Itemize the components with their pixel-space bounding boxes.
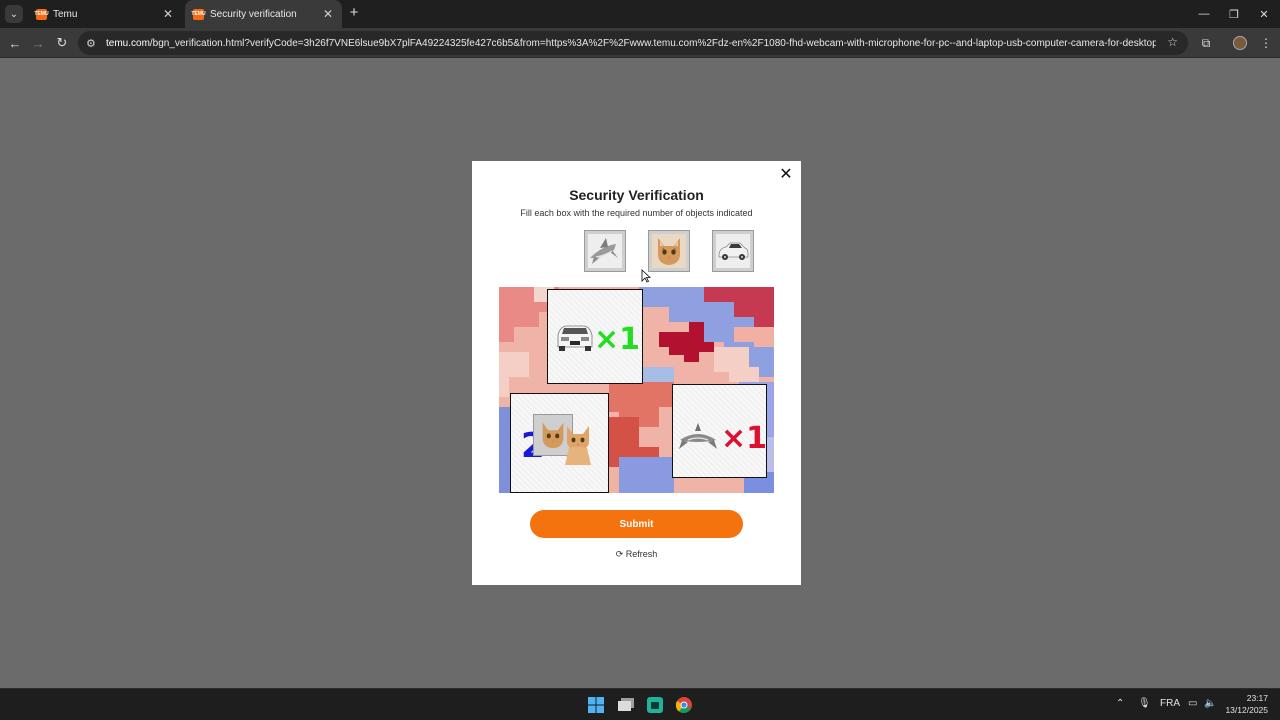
url-path: /bgn_verification.html?verifyCode=3h26f7… bbox=[149, 37, 1156, 49]
tab-title: Security verification bbox=[210, 8, 297, 20]
reload-icon: ↻ bbox=[56, 35, 68, 50]
close-icon[interactable]: ✕ bbox=[779, 167, 793, 183]
chrome-button[interactable] bbox=[674, 695, 694, 715]
avatar bbox=[1233, 36, 1247, 50]
minimize-button[interactable]: — bbox=[1188, 0, 1220, 28]
drop-box-car[interactable]: ×1 bbox=[547, 289, 643, 384]
option-tile-shark[interactable] bbox=[584, 230, 626, 272]
store-app-button[interactable] bbox=[645, 695, 665, 715]
option-tile-cat[interactable] bbox=[648, 230, 690, 272]
tab-search-button[interactable]: ⌄ bbox=[5, 5, 23, 23]
back-arrow-icon: ← bbox=[8, 35, 22, 51]
reload-button[interactable]: ↻ bbox=[52, 33, 72, 53]
address-bar[interactable]: ⚙ temu.com/bgn_verification.html?verifyC… bbox=[78, 31, 1188, 55]
volume-icon[interactable]: 🔈 bbox=[1204, 698, 1216, 709]
task-view-icon bbox=[618, 698, 634, 711]
url-text[interactable]: temu.com/bgn_verification.html?verifyCod… bbox=[106, 38, 1156, 49]
modal-subtitle: Fill each box with the required number o… bbox=[520, 208, 753, 218]
url-host: temu.com bbox=[106, 37, 150, 49]
store-icon bbox=[647, 697, 663, 713]
shark-icon bbox=[679, 423, 717, 449]
restore-button[interactable]: ❐ bbox=[1218, 0, 1250, 28]
modal-title: Security Verification bbox=[569, 187, 704, 203]
mouse-cursor-icon bbox=[641, 269, 651, 283]
windows-logo-icon bbox=[588, 697, 604, 713]
puzzle-canvas: ×1 2× bbox=[499, 287, 774, 493]
taskbar: ⌃ 🎙 FRA ▭ 🔈 23:17 13/12/2025 bbox=[0, 688, 1280, 720]
refresh-label: Refresh bbox=[625, 549, 658, 559]
extensions-icon[interactable]: ⧉ bbox=[1196, 33, 1216, 53]
temu-favicon-icon: TEMU bbox=[34, 8, 49, 20]
new-tab-button[interactable]: + bbox=[346, 5, 362, 21]
close-tab-icon[interactable]: ✕ bbox=[162, 7, 174, 21]
box-multiplier: ×1 bbox=[594, 322, 641, 357]
refresh-icon: ⟳ bbox=[615, 549, 624, 559]
option-tile-car[interactable] bbox=[712, 230, 754, 272]
drop-box-shark[interactable]: ×1 bbox=[672, 384, 767, 478]
chevron-down-icon: ⌄ bbox=[9, 8, 19, 20]
box-multiplier: ×1 bbox=[721, 421, 767, 456]
clock-time: 23:17 bbox=[1246, 693, 1268, 703]
more-menu-icon[interactable]: ⋮ bbox=[1256, 33, 1276, 53]
refresh-button[interactable]: ⟳ Refresh bbox=[472, 549, 801, 560]
chrome-icon bbox=[676, 697, 692, 713]
profile-button[interactable] bbox=[1230, 33, 1250, 53]
microphone-icon[interactable]: 🎙 bbox=[1138, 698, 1151, 709]
drop-box-cat[interactable]: 2× bbox=[510, 393, 609, 493]
tab-title: Temu bbox=[53, 8, 78, 20]
submit-button[interactable]: Submit bbox=[530, 510, 743, 538]
back-button[interactable]: ← bbox=[5, 33, 25, 53]
bookmark-star-icon[interactable]: ☆ bbox=[1167, 35, 1178, 49]
cat-icon bbox=[658, 238, 680, 265]
close-tab-icon[interactable]: ✕ bbox=[322, 7, 334, 21]
network-icon[interactable]: ▭ bbox=[1188, 698, 1197, 709]
forward-arrow-icon: → bbox=[31, 35, 45, 51]
shark-icon bbox=[590, 238, 618, 264]
close-window-button[interactable]: ✕ bbox=[1248, 0, 1280, 28]
tab-strip: ⌄ TEMU Temu ✕ TEMU Security verification… bbox=[0, 0, 1280, 28]
clock[interactable]: 23:17 13/12/2025 bbox=[1225, 692, 1268, 716]
site-info-icon[interactable]: ⚙ bbox=[86, 37, 102, 50]
cat-icon bbox=[565, 426, 591, 465]
forward-button[interactable]: → bbox=[28, 33, 48, 53]
car-icon bbox=[718, 242, 749, 260]
verification-modal: ✕ Security Verification Fill each box wi… bbox=[472, 161, 801, 585]
browser-toolbar: ← → ↻ ⚙ temu.com/bgn_verification.html?v… bbox=[0, 28, 1280, 58]
tab-security-verification[interactable]: TEMU Security verification ✕ bbox=[185, 0, 342, 28]
temu-favicon-icon: TEMU bbox=[191, 8, 206, 20]
language-indicator[interactable]: FRA bbox=[1160, 698, 1180, 709]
clock-date: 13/12/2025 bbox=[1225, 705, 1268, 715]
file-explorer-button[interactable] bbox=[616, 695, 636, 715]
start-button[interactable] bbox=[586, 695, 606, 715]
car-icon bbox=[557, 325, 593, 351]
tab-temu[interactable]: TEMU Temu ✕ bbox=[28, 0, 182, 28]
tray-overflow-icon[interactable]: ⌃ bbox=[1116, 698, 1124, 709]
